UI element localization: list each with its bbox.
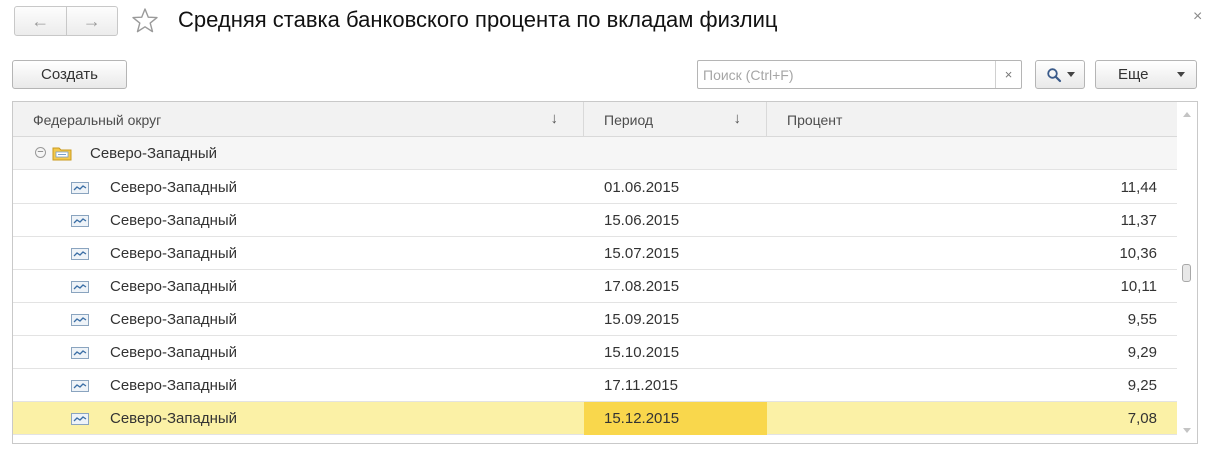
region-cell: Северо-Западный (110, 245, 238, 262)
period-cell: 15.07.2015 (604, 245, 680, 262)
table-row[interactable]: Северо-Западный 15.09.2015 9,55 (13, 303, 1177, 336)
table-header: Федеральный округ ↓ Период ↓ Процент (13, 102, 1177, 137)
page-title: Средняя ставка банковского процента по в… (178, 7, 778, 32)
region-cell: Северо-Западный (110, 212, 238, 229)
more-label: Еще (1118, 66, 1149, 83)
sort-down-icon: ↓ (733, 110, 742, 127)
column-header-period[interactable]: Период ↓ (584, 102, 767, 137)
scroll-up-icon[interactable] (1183, 112, 1191, 117)
column-header-label: Период (604, 111, 654, 128)
period-cell: 15.09.2015 (604, 311, 680, 328)
region-cell: Северо-Западный (110, 344, 238, 361)
percent-cell: 11,37 (1120, 212, 1157, 229)
star-icon[interactable] (131, 7, 159, 35)
period-cell: 17.11.2015 (604, 377, 678, 394)
create-button[interactable]: Создать (12, 60, 127, 89)
scroll-down-icon[interactable] (1183, 428, 1191, 433)
history-nav: ← → (14, 6, 118, 36)
back-button[interactable]: ← (15, 7, 66, 35)
arrow-left-icon: ← (31, 10, 50, 31)
percent-cell: 9,55 (1127, 311, 1157, 328)
region-cell: Северо-Западный (110, 410, 238, 427)
search-input[interactable] (698, 61, 996, 88)
percent-cell: 11,44 (1120, 179, 1157, 196)
group-label: Северо-Западный (90, 145, 218, 162)
region-cell: Северо-Западный (110, 278, 238, 295)
percent-cell: 9,25 (1127, 377, 1157, 394)
region-cell: Северо-Западный (110, 311, 238, 328)
table-row[interactable]: Северо-Западный 17.08.2015 10,11 (13, 270, 1177, 303)
sort-down-icon: ↓ (550, 110, 559, 127)
scroll-thumb[interactable] (1182, 264, 1191, 282)
search-field: × (697, 60, 1022, 89)
percent-cell: 7,08 (1127, 410, 1157, 427)
table-row[interactable]: Северо-Западный 15.10.2015 9,29 (13, 336, 1177, 369)
table-row[interactable]: Северо-Западный 15.06.2015 11,37 (13, 204, 1177, 237)
close-icon[interactable]: × (1193, 8, 1202, 26)
column-header-region[interactable]: Федеральный округ ↓ (13, 102, 584, 137)
period-cell: 15.10.2015 (604, 344, 680, 361)
column-header-label: Процент (787, 111, 843, 128)
region-cell: Северо-Западный (110, 377, 238, 394)
chevron-down-icon (1066, 72, 1075, 77)
forward-button[interactable]: → (65, 7, 118, 35)
search-options-button[interactable] (1035, 60, 1085, 89)
percent-cell: 10,11 (1120, 278, 1157, 295)
period-cell: 01.06.2015 (604, 179, 680, 196)
vertical-scrollbar[interactable] (1177, 102, 1197, 443)
percent-cell: 9,29 (1127, 344, 1157, 361)
period-cell: 15.06.2015 (604, 212, 680, 229)
percent-cell: 10,36 (1119, 245, 1157, 262)
more-button[interactable]: Еще (1095, 60, 1197, 89)
clear-search-button[interactable]: × (995, 61, 1021, 88)
table-row[interactable]: Северо-Западный 15.07.2015 10,36 (13, 237, 1177, 270)
column-header-percent[interactable]: Процент (767, 102, 1177, 137)
arrow-right-icon: → (82, 10, 101, 31)
chevron-down-icon (1177, 72, 1185, 77)
table-row[interactable]: Северо-Западный 01.06.2015 11,44 (13, 171, 1177, 204)
magnifier-icon (1046, 67, 1061, 82)
table-row[interactable]: Северо-Западный 17.11.2015 9,25 (13, 369, 1177, 402)
column-header-label: Федеральный округ (33, 111, 162, 128)
period-cell: 17.08.2015 (604, 278, 680, 295)
group-row[interactable]: − Северо-Западный (13, 137, 1177, 170)
rates-table: Федеральный округ ↓ Период ↓ Процент − С… (12, 101, 1198, 444)
period-cell-active[interactable]: 15.12.2015 (584, 402, 767, 435)
table-row-selected[interactable]: Северо-Западный 15.12.2015 7,08 (13, 402, 1177, 435)
region-cell: Северо-Западный (110, 179, 238, 196)
